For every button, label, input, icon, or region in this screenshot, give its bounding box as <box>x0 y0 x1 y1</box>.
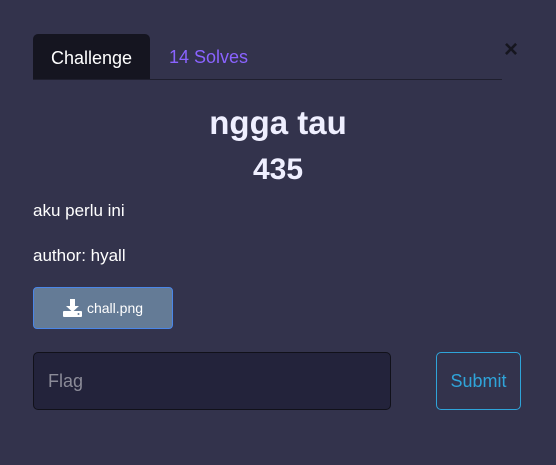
download-file-button[interactable]: chall.png <box>33 287 173 329</box>
challenge-description: aku perlu ini <box>33 201 125 220</box>
close-icon[interactable]: × <box>500 38 522 62</box>
challenge-tabs: Challenge 14 Solves <box>33 34 502 80</box>
file-name-label: chall.png <box>86 300 144 316</box>
download-icon <box>62 299 82 317</box>
challenge-value: 435 <box>252 153 304 186</box>
flag-input[interactable] <box>33 352 391 410</box>
tab-solves[interactable]: 14 Solves <box>151 34 266 79</box>
submit-button[interactable]: Submit <box>436 352 521 410</box>
challenge-author: author: hyall <box>33 246 126 265</box>
challenge-name: ngga tau <box>209 104 347 141</box>
tab-challenge[interactable]: Challenge <box>33 34 150 79</box>
